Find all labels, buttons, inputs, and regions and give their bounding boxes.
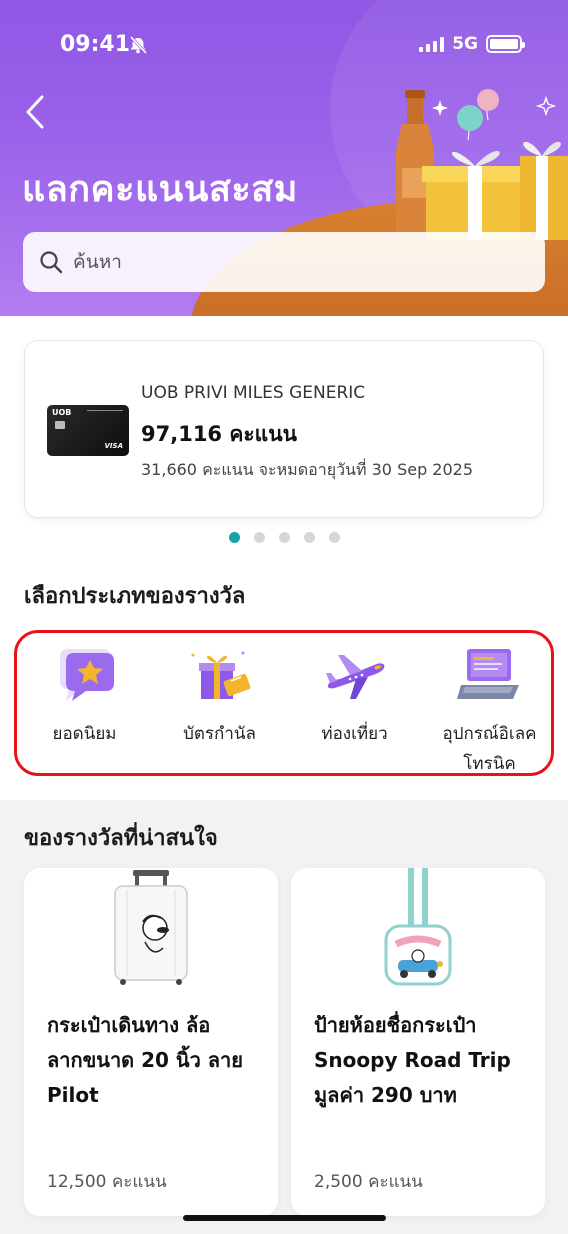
signal-icon [419, 36, 445, 52]
rewards-section-title: ของรางวัลที่น่าสนใจ [24, 826, 218, 851]
reward-title-line: Pilot [47, 1083, 99, 1107]
reward-title-line: มูลค่า 290 บาท [314, 1083, 457, 1107]
category-section-title: เลือกประเภทของรางวัล [24, 584, 246, 609]
carousel-dot[interactable] [278, 532, 290, 543]
category-label: บัตรกำนัล [183, 724, 256, 744]
page-title: แลกคะแนนสะสม [22, 169, 298, 210]
gift-celebration-illustration [396, 89, 568, 240]
main-section: UOB VISA UOB PRIVI MILES GENERIC 97,116 … [0, 316, 568, 800]
laptop-icon [456, 649, 519, 699]
category-popular[interactable]: ยอดนิยม [17, 633, 152, 779]
status-indicators: 5G [419, 34, 525, 54]
category-vouchers[interactable]: บัตรกำนัล [152, 633, 287, 779]
reward-points: 2,500 คะแนน [314, 1172, 423, 1192]
home-indicator[interactable] [183, 1215, 386, 1221]
reward-points: 12,500 คะแนน [47, 1172, 167, 1192]
category-label: อุปกรณ์อิเลค โทรนิค [422, 719, 557, 779]
reward-title: ป้ายห้อยชื่อกระเป๋า Snoopy Road Trip มูล… [314, 1008, 528, 1113]
search-icon [40, 251, 63, 274]
reward-title: กระเป๋าเดินทาง ล้อ ลากขนาด 20 นิ้ว ลาย P… [47, 1008, 261, 1113]
card-chip-icon [55, 421, 65, 429]
category-travel[interactable]: ท่องเที่ยว [287, 633, 422, 779]
luggage-tag-image [384, 868, 452, 986]
category-label: ท่องเที่ยว [321, 724, 388, 744]
card-name: UOB PRIVI MILES GENERIC [141, 383, 366, 403]
points-card[interactable]: UOB VISA UOB PRIVI MILES GENERIC 97,116 … [24, 340, 544, 518]
airplane-icon [325, 655, 384, 699]
category-electronics[interactable]: อุปกรณ์อิเลค โทรนิค [422, 633, 557, 779]
luggage-image [114, 870, 188, 985]
carousel-dot[interactable] [303, 532, 315, 543]
network-label: 5G [452, 34, 478, 54]
battery-icon [486, 35, 525, 53]
status-time: 09:41 [60, 32, 131, 57]
category-label-line: โทรนิค [463, 754, 516, 774]
carousel-pagination [0, 532, 568, 543]
search-bar[interactable] [23, 232, 545, 292]
reward-card[interactable]: ป้ายห้อยชื่อกระเป๋า Snoopy Road Trip มูล… [291, 868, 545, 1216]
card-brand-text: VISA [104, 442, 123, 450]
carousel-dot[interactable] [253, 532, 265, 543]
credit-card-image: UOB VISA [47, 405, 129, 456]
gift-voucher-icon [191, 651, 250, 699]
star-chat-icon [59, 649, 114, 701]
search-input[interactable] [73, 251, 513, 273]
silent-bell-icon [129, 36, 148, 54]
card-points: 97,116 คะแนน [141, 422, 297, 446]
carousel-dot[interactable] [228, 532, 240, 543]
reward-title-line: ป้ายห้อยชื่อกระเป๋า [314, 1013, 477, 1037]
header-banner: 09:41 5G แลกคะแนนสะสม [0, 0, 568, 316]
category-label: ยอดนิยม [52, 724, 117, 744]
reward-title-line: Snoopy Road Trip [314, 1048, 511, 1072]
reward-title-line: กระเป๋าเดินทาง ล้อ [47, 1013, 211, 1037]
reward-card[interactable]: กระเป๋าเดินทาง ล้อ ลากขนาด 20 นิ้ว ลาย P… [24, 868, 278, 1216]
card-logo-text: UOB [52, 408, 72, 417]
category-list: ยอดนิยม บัตรกำนัล ท่องเที่ยว อุปกรณ์อิเล… [14, 630, 554, 776]
category-label-line: อุปกรณ์อิเลค [442, 724, 537, 744]
reward-title-line: ลากขนาด 20 นิ้ว ลาย [47, 1048, 243, 1072]
carousel-dot[interactable] [328, 532, 340, 543]
card-points-expiry: 31,660 คะแนน จะหมดอายุวันที่ 30 Sep 2025 [141, 460, 474, 479]
back-chevron-icon[interactable] [18, 92, 58, 132]
